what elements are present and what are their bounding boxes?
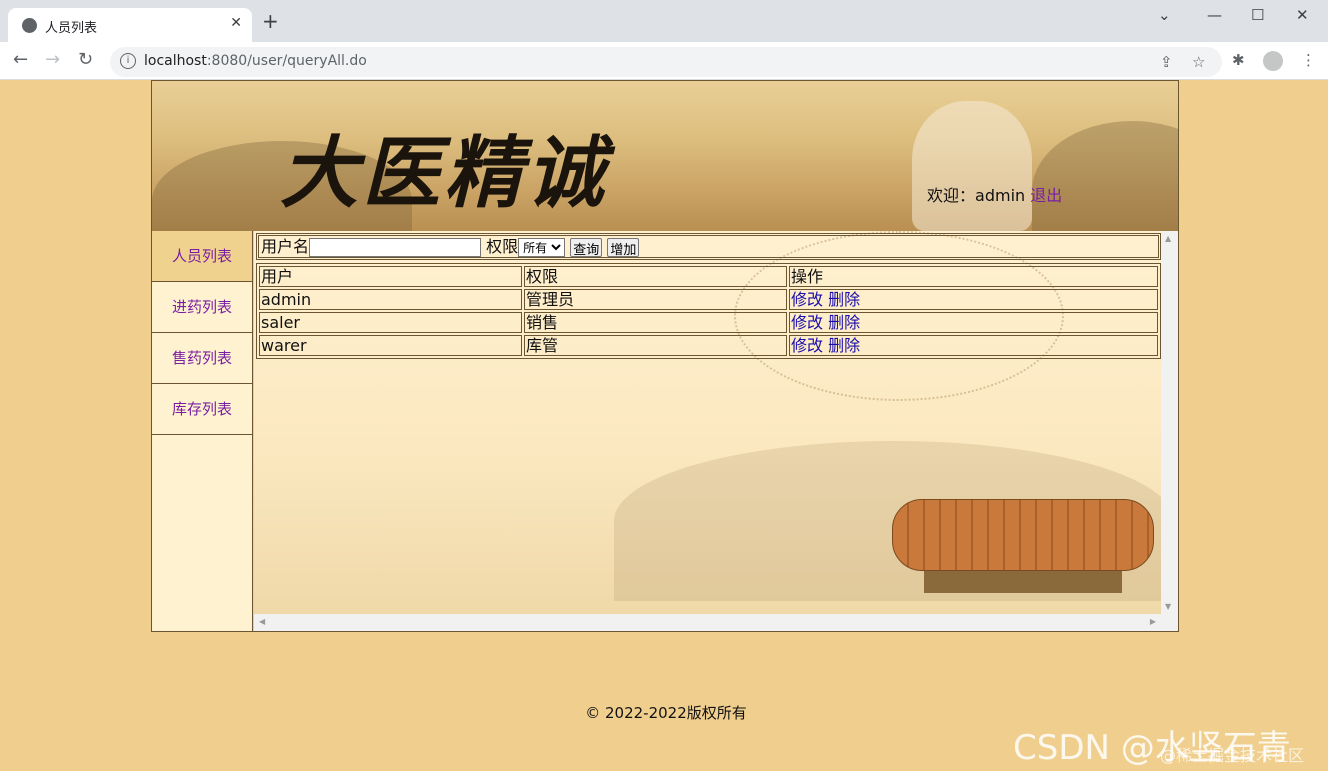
logout-link[interactable]: 退出 bbox=[1030, 186, 1062, 205]
cell-user: admin bbox=[259, 289, 522, 310]
url-host: localhost bbox=[144, 53, 207, 69]
maximize-icon[interactable]: ☐ bbox=[1251, 6, 1264, 24]
extensions-icon[interactable]: ✱ bbox=[1232, 51, 1245, 69]
table-row: warer 库管 修改 删除 bbox=[259, 335, 1158, 356]
sidebar-item-staff-list[interactable]: 人员列表 bbox=[152, 231, 252, 282]
browser-toolbar: ← → ↻ i localhost:8080/user/queryAll.do … bbox=[0, 42, 1328, 80]
browser-tab[interactable]: 人员列表 ✕ bbox=[8, 8, 252, 42]
current-username: admin bbox=[975, 186, 1026, 205]
username-input[interactable] bbox=[309, 238, 482, 257]
search-bar: 用户名 权限 所有 查询 增加 bbox=[256, 233, 1161, 260]
url-text: localhost:8080/user/queryAll.do bbox=[144, 53, 367, 69]
column-header-actions: 操作 bbox=[789, 266, 1158, 287]
query-button[interactable]: 查询 bbox=[570, 238, 603, 258]
column-header-role: 权限 bbox=[524, 266, 787, 287]
minimize-icon[interactable]: — bbox=[1207, 6, 1222, 24]
juejin-watermark: @稀土掘金技术社区 bbox=[1160, 746, 1305, 765]
cell-actions: 修改 删除 bbox=[789, 289, 1158, 310]
add-button[interactable]: 增加 bbox=[607, 238, 640, 258]
back-icon[interactable]: ← bbox=[13, 49, 28, 71]
username-label: 用户名 bbox=[261, 237, 310, 256]
cell-role: 库管 bbox=[524, 335, 787, 356]
role-select[interactable]: 所有 bbox=[518, 238, 566, 257]
table-row: saler 销售 修改 删除 bbox=[259, 312, 1158, 333]
tab-title: 人员列表 bbox=[45, 21, 98, 36]
cell-actions: 修改 删除 bbox=[789, 312, 1158, 333]
sidebar-item-sales-list[interactable]: 售药列表 bbox=[152, 333, 252, 384]
vertical-scrollbar[interactable]: ▲ ▼ bbox=[1161, 231, 1178, 614]
welcome-label: 欢迎： bbox=[927, 186, 976, 205]
star-icon[interactable]: ☆ bbox=[1192, 53, 1205, 71]
scroll-stand-decor bbox=[924, 571, 1122, 593]
reload-icon[interactable]: ↻ bbox=[78, 49, 93, 71]
edit-link[interactable]: 修改 bbox=[791, 313, 823, 332]
cell-user: saler bbox=[259, 312, 522, 333]
chevron-down-icon[interactable]: ⌄ bbox=[1158, 6, 1171, 24]
delete-link[interactable]: 删除 bbox=[828, 290, 860, 309]
scroll-up-icon[interactable]: ▲ bbox=[1165, 234, 1171, 243]
cell-actions: 修改 删除 bbox=[789, 335, 1158, 356]
search-cell: 用户名 权限 所有 查询 增加 bbox=[258, 235, 1159, 258]
cell-user: warer bbox=[259, 335, 522, 356]
sidebar-item-inventory-list[interactable]: 库存列表 bbox=[152, 384, 252, 435]
header-banner: 大医精诚 欢迎：admin 退出 bbox=[152, 81, 1178, 231]
edit-link[interactable]: 修改 bbox=[791, 336, 823, 355]
bamboo-scroll-decor bbox=[892, 499, 1154, 571]
sidebar: 人员列表 进药列表 售药列表 库存列表 bbox=[152, 231, 253, 631]
table-header-row: 用户 权限 操作 bbox=[259, 266, 1158, 287]
new-tab-icon[interactable]: + bbox=[262, 11, 279, 31]
mountain-decor bbox=[1032, 121, 1178, 231]
user-table: 用户 权限 操作 admin 管理员 修改 删除 saler 销售 修改 删除 … bbox=[256, 263, 1161, 359]
forward-icon[interactable]: → bbox=[45, 49, 60, 71]
cell-role: 管理员 bbox=[524, 289, 787, 310]
window-close-icon[interactable]: ✕ bbox=[1296, 6, 1309, 24]
table-row: admin 管理员 修改 删除 bbox=[259, 289, 1158, 310]
horizontal-scrollbar[interactable]: ◀ ▶ bbox=[254, 614, 1178, 631]
sage-figure bbox=[912, 101, 1032, 231]
browser-tabstrip: 人员列表 ✕ + ⌄ — ☐ ✕ bbox=[0, 0, 1328, 42]
edit-link[interactable]: 修改 bbox=[791, 290, 823, 309]
close-icon[interactable]: ✕ bbox=[230, 15, 242, 31]
welcome-text: 欢迎：admin 退出 bbox=[927, 182, 1062, 206]
share-icon[interactable]: ⇪ bbox=[1160, 53, 1173, 71]
menu-icon[interactable]: ⋮ bbox=[1301, 51, 1316, 69]
url-path: :8080/user/queryAll.do bbox=[206, 53, 367, 69]
cell-role: 销售 bbox=[524, 312, 787, 333]
scroll-left-icon[interactable]: ◀ bbox=[259, 617, 265, 626]
page-frame: 大医精诚 欢迎：admin 退出 人员列表 进药列表 售药列表 库存列表 用户名… bbox=[151, 80, 1179, 632]
sidebar-item-purchase-list[interactable]: 进药列表 bbox=[152, 282, 252, 333]
role-label: 权限 bbox=[486, 237, 519, 256]
delete-link[interactable]: 删除 bbox=[828, 336, 860, 355]
content-frame: 用户名 权限 所有 查询 增加 用户 权限 操作 admin 管理员 修改 删除 … bbox=[254, 231, 1178, 631]
globe-icon bbox=[22, 18, 37, 33]
column-header-user: 用户 bbox=[259, 266, 522, 287]
scroll-right-icon[interactable]: ▶ bbox=[1150, 617, 1156, 626]
info-icon[interactable]: i bbox=[120, 53, 136, 69]
delete-link[interactable]: 删除 bbox=[828, 313, 860, 332]
profile-avatar[interactable] bbox=[1263, 51, 1283, 71]
address-bar[interactable]: i localhost:8080/user/queryAll.do ⇪ ☆ bbox=[110, 47, 1222, 77]
site-logo: 大医精诚 bbox=[280, 128, 609, 219]
scroll-down-icon[interactable]: ▼ bbox=[1165, 602, 1171, 611]
